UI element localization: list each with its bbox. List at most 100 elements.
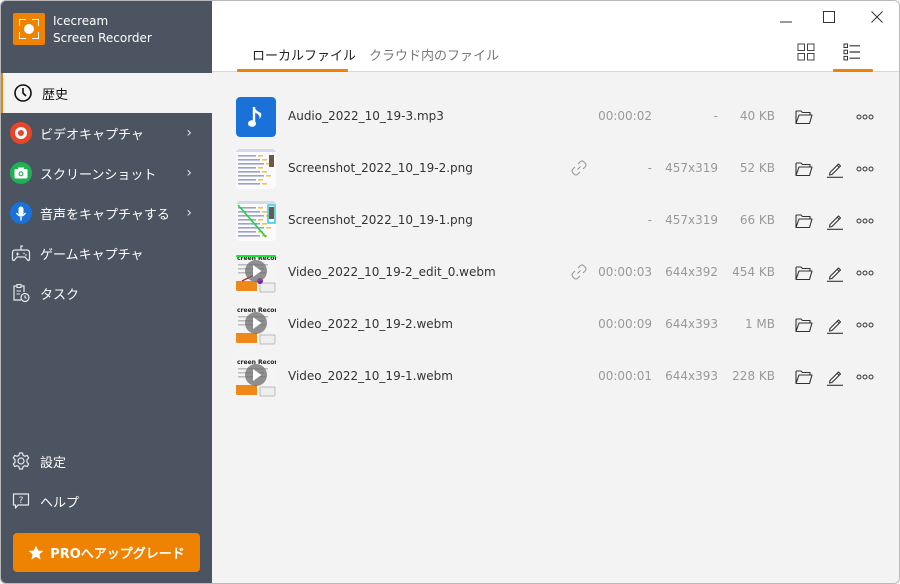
file-size: 454 KB <box>732 265 775 279</box>
app-window: Icecream Screen Recorder 歴史 ビデオキャプチャ › ス… <box>0 0 900 584</box>
screenshot-thumbnail[interactable] <box>236 149 276 189</box>
sidebar-item-settings[interactable]: 設定 <box>1 441 212 481</box>
sidebar-item-audio-capture[interactable]: 音声をキャプチャする › <box>1 193 212 233</box>
top-bar: ローカルファイル クラウド内のファイル <box>212 1 899 72</box>
sidebar-item-video-capture[interactable]: ビデオキャプチャ › <box>1 113 212 153</box>
sidebar-item-label: 音声をキャプチャする <box>40 207 170 223</box>
more-dots-icon <box>856 374 874 380</box>
minimize-button[interactable] <box>772 7 800 27</box>
pencil-icon <box>826 160 844 178</box>
gear-icon <box>10 450 32 472</box>
file-resolution: 644x393 <box>665 317 718 331</box>
file-name[interactable]: Video_2022_10_19-2_edit_0.webm <box>288 265 496 279</box>
file-duration: 00:00:01 <box>598 369 652 383</box>
more-options-button[interactable] <box>855 367 875 387</box>
more-options-button[interactable] <box>855 211 875 231</box>
open-folder-button[interactable] <box>794 367 814 387</box>
sidebar-item-history[interactable]: 歴史 <box>1 73 212 113</box>
folder-icon <box>795 161 813 177</box>
maximize-icon <box>823 11 835 23</box>
upgrade-pro-label: PROへアップグレード <box>50 547 185 562</box>
open-folder-button[interactable] <box>794 263 814 283</box>
more-options-button[interactable] <box>855 263 875 283</box>
sidebar-item-label: ヘルプ <box>40 495 80 511</box>
sidebar-item-label: タスク <box>40 287 80 303</box>
file-row[interactable]: creen Recorder Video_2022_10_19-2_edit_0.… <box>212 247 899 299</box>
open-folder-button[interactable] <box>794 159 814 179</box>
app-title: Icecream Screen Recorder <box>53 13 152 47</box>
folder-icon <box>795 109 813 125</box>
folder-icon <box>795 265 813 281</box>
sidebar-item-label: 歴史 <box>42 87 69 103</box>
tab-local-files[interactable]: ローカルファイル <box>252 45 356 64</box>
list-view-icon <box>843 43 860 61</box>
folder-icon <box>795 213 813 229</box>
file-size: 228 KB <box>732 369 775 383</box>
file-name[interactable]: Video_2022_10_19-1.webm <box>288 369 453 383</box>
folder-icon <box>795 369 813 385</box>
file-row[interactable]: Audio_2022_10_19-3.mp3 00:00:02 - 40 KB <box>212 91 899 143</box>
upgrade-pro-button[interactable]: PROへアップグレード <box>13 533 200 572</box>
app-title-line2: Screen Recorder <box>53 31 152 45</box>
audio-file-thumbnail[interactable] <box>236 97 276 137</box>
edit-button[interactable] <box>825 159 845 179</box>
edit-button[interactable] <box>825 367 845 387</box>
more-dots-icon <box>856 166 874 172</box>
chevron-right-icon: › <box>186 125 192 141</box>
open-folder-button[interactable] <box>794 315 814 335</box>
link-icon[interactable] <box>570 263 588 281</box>
file-size: 40 KB <box>739 109 775 123</box>
more-options-button[interactable] <box>855 107 875 127</box>
more-dots-icon <box>856 218 874 224</box>
sidebar: Icecream Screen Recorder 歴史 ビデオキャプチャ › ス… <box>1 1 212 583</box>
close-button[interactable] <box>863 7 891 27</box>
chevron-right-icon: › <box>186 165 192 181</box>
edit-button[interactable] <box>825 211 845 231</box>
pencil-icon <box>826 212 844 230</box>
sidebar-item-tasks[interactable]: タスク <box>1 273 212 313</box>
edit-button[interactable] <box>825 263 845 283</box>
grid-view-button[interactable] <box>797 43 817 63</box>
open-folder-button[interactable] <box>794 211 814 231</box>
folder-icon <box>795 317 813 333</box>
file-size: 1 MB <box>744 317 775 331</box>
file-resolution: 644x392 <box>665 265 718 279</box>
maximize-button[interactable] <box>815 7 843 27</box>
link-icon[interactable] <box>570 159 588 177</box>
file-row[interactable]: creen Recorder Video_2022_10_19-1.webm 00:… <box>212 351 899 403</box>
pencil-icon <box>826 316 844 334</box>
video-thumbnail[interactable]: creen Recorder <box>236 305 276 345</box>
clock-icon <box>12 82 34 104</box>
sidebar-item-label: ゲームキャプチャ <box>40 247 144 263</box>
sidebar-item-label: スクリーンショット <box>40 167 157 183</box>
more-options-button[interactable] <box>855 159 875 179</box>
app-title-line1: Icecream <box>53 14 109 28</box>
star-icon <box>28 545 44 559</box>
sidebar-item-screenshot[interactable]: スクリーンショット › <box>1 153 212 193</box>
edit-button[interactable] <box>825 315 845 335</box>
more-dots-icon <box>856 322 874 328</box>
sidebar-item-label: 設定 <box>40 455 67 471</box>
main-panel: ローカルファイル クラウド内のファイル Audio_2022_10_19-3.m… <box>212 1 899 583</box>
tab-cloud-files[interactable]: クラウド内のファイル <box>369 45 499 64</box>
file-name[interactable]: Video_2022_10_19-2.webm <box>288 317 453 331</box>
file-row[interactable]: Screenshot_2022_10_19-1.png -457x319 66 KB <box>212 195 899 247</box>
microphone-icon <box>10 202 32 224</box>
sidebar-item-game-capture[interactable]: ゲームキャプチャ <box>1 233 212 273</box>
file-name[interactable]: Audio_2022_10_19-3.mp3 <box>288 109 444 123</box>
list-view-button[interactable] <box>843 43 863 63</box>
sidebar-item-help[interactable]: ? ヘルプ <box>1 481 212 521</box>
file-name[interactable]: Screenshot_2022_10_19-1.png <box>288 213 473 227</box>
more-options-button[interactable] <box>855 315 875 335</box>
file-name[interactable]: Screenshot_2022_10_19-2.png <box>288 161 473 175</box>
screenshot-thumbnail[interactable] <box>236 201 276 241</box>
minimize-icon <box>780 21 792 23</box>
open-folder-button[interactable] <box>794 107 814 127</box>
file-resolution: - <box>713 109 718 123</box>
video-thumbnail[interactable]: creen Recorder <box>236 253 276 293</box>
active-tab-indicator <box>237 69 348 72</box>
file-row[interactable]: creen Recorder Video_2022_10_19-2.webm 00:… <box>212 299 899 351</box>
video-thumbnail[interactable]: creen Recorder <box>236 357 276 397</box>
file-row[interactable]: Screenshot_2022_10_19-2.png -457x319 52 KB <box>212 143 899 195</box>
gamepad-icon <box>10 242 32 264</box>
